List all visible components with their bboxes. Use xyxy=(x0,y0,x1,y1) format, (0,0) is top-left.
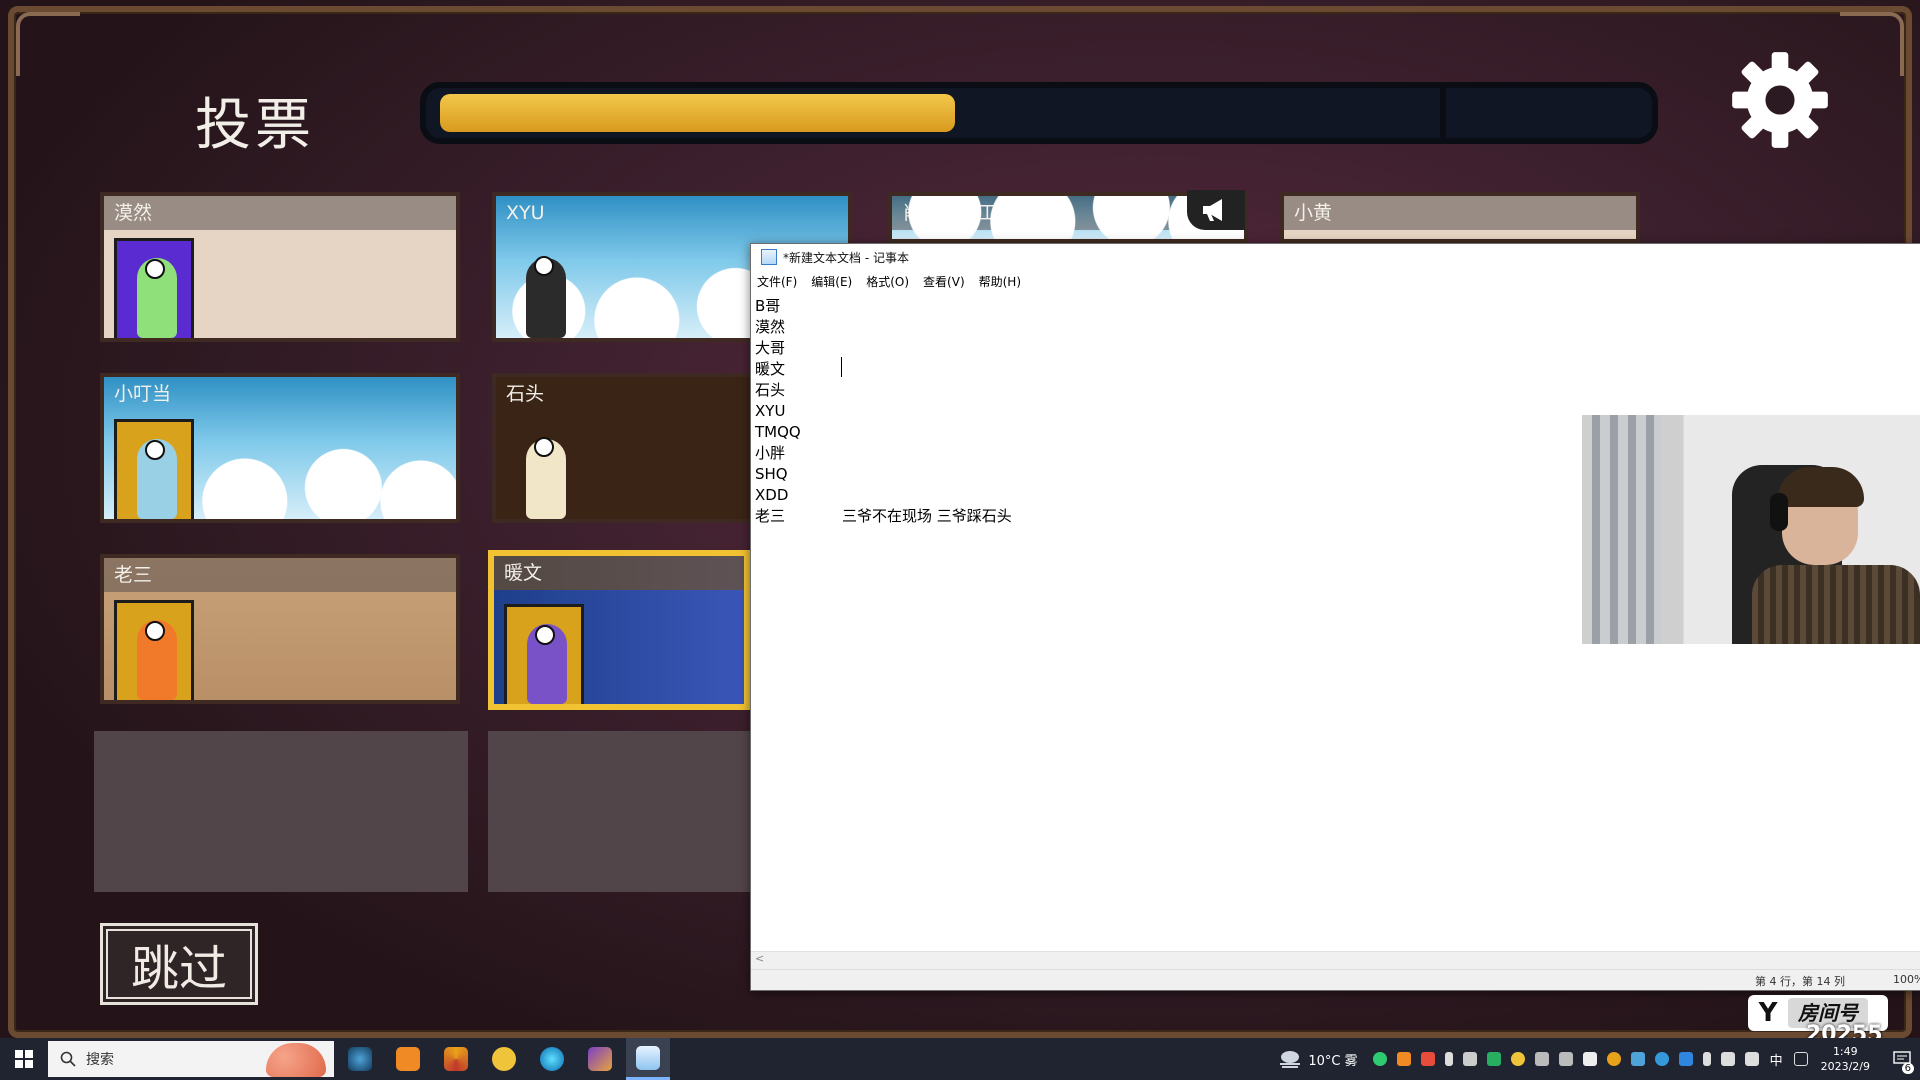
notepad-icon xyxy=(761,249,777,265)
text-line: 暖文 xyxy=(755,360,786,378)
notepad-text-area[interactable]: B哥 漠然 大哥 暖文 石头 XYU TMQQ 小胖 SHQ XDD 老三 三爷不… xyxy=(755,296,1012,527)
start-button[interactable] xyxy=(0,1038,48,1080)
game-launcher-icon[interactable] xyxy=(386,1038,430,1080)
network-icon[interactable] xyxy=(1720,1052,1735,1066)
platform-logo: Y xyxy=(1758,998,1778,1028)
megaphone-icon xyxy=(1187,190,1245,230)
frame-corner-ornament xyxy=(1840,12,1904,76)
vote-timer-bar xyxy=(420,82,1658,144)
text-line: 小胖 xyxy=(755,444,786,462)
player-name: 漠然 xyxy=(104,196,456,230)
volume-icon[interactable] xyxy=(1744,1052,1759,1066)
wechat-icon[interactable] xyxy=(1372,1052,1387,1066)
menu-edit[interactable]: 编辑(E) xyxy=(811,273,852,290)
tray-app-icon[interactable] xyxy=(1462,1052,1477,1066)
steam-icon[interactable] xyxy=(338,1038,382,1080)
notification-count: 6 xyxy=(1901,1063,1914,1074)
keyboard-icon[interactable] xyxy=(1793,1052,1808,1066)
bluetooth-icon[interactable] xyxy=(1678,1052,1693,1066)
notepad-menubar: 文件(F) 编辑(E) 格式(O) 查看(V) 帮助(H) xyxy=(751,270,1920,292)
photo-icon[interactable] xyxy=(578,1038,622,1080)
player-avatar xyxy=(114,419,194,519)
edge-icon[interactable] xyxy=(530,1038,574,1080)
windows-taskbar: 搜索 10°C 雾 中 1:49 2023/2/9 6 xyxy=(0,1038,1920,1080)
tray-app-icon[interactable] xyxy=(1396,1052,1411,1066)
player-card[interactable]: 小叮当 xyxy=(100,373,460,523)
ime-indicator[interactable]: 中 xyxy=(1770,1050,1783,1069)
taskbar-search[interactable]: 搜索 xyxy=(48,1041,334,1077)
empty-player-slot xyxy=(488,731,750,892)
menu-view[interactable]: 查看(V) xyxy=(923,273,965,290)
goose-app-icon[interactable] xyxy=(482,1038,526,1080)
text-line: 大哥 xyxy=(755,339,786,357)
text-line: B哥 xyxy=(755,297,781,315)
text-line: TMQQ xyxy=(755,423,801,441)
system-tray: 10°C 雾 中 1:49 2023/2/9 6 xyxy=(1278,1038,1920,1080)
text-caret xyxy=(841,357,842,377)
menu-help[interactable]: 帮助(H) xyxy=(979,273,1021,290)
zoom-level: 100% xyxy=(1893,973,1920,986)
menu-format[interactable]: 格式(O) xyxy=(866,273,909,290)
player-name: 老三 xyxy=(104,558,456,592)
notepad-title: *新建文本文档 - 记事本 xyxy=(783,250,909,265)
empty-player-slot xyxy=(94,731,468,892)
notepad-titlebar[interactable]: *新建文本文档 - 记事本 xyxy=(751,244,1920,270)
vote-timer-fill xyxy=(440,94,956,132)
search-icon xyxy=(60,1051,76,1067)
text-line: SHQ xyxy=(755,465,788,483)
cursor-position: 第 4 行，第 14 列 xyxy=(1755,975,1845,988)
tray-app-icon[interactable] xyxy=(1510,1052,1525,1066)
text-line: 石头 xyxy=(755,381,786,399)
usb-icon[interactable] xyxy=(1702,1052,1711,1066)
notepad-statusbar: 第 4 行，第 14 列 100% xyxy=(751,969,1920,990)
vote-title: 投票 xyxy=(195,93,315,158)
player-card[interactable]: 老三 xyxy=(100,554,460,704)
player-avatar xyxy=(506,238,586,338)
gear-icon xyxy=(1732,52,1828,148)
player-name: 暖文 xyxy=(494,556,744,590)
skip-vote-button[interactable]: 跳过 xyxy=(100,923,258,1005)
player-card-selected[interactable]: 暖文 xyxy=(488,550,750,710)
player-avatar xyxy=(114,600,194,700)
player-avatar xyxy=(114,238,194,338)
weather-fog-icon xyxy=(1280,1051,1301,1068)
menu-file[interactable]: 文件(F) xyxy=(757,273,797,290)
settings-button[interactable] xyxy=(1725,45,1835,155)
timer-divider xyxy=(1440,88,1446,138)
text-line: 老三 三爷不在现场 三爷踩石头 xyxy=(755,507,1012,525)
notepad-icon[interactable] xyxy=(626,1038,670,1080)
weather-text[interactable]: 10°C 雾 xyxy=(1308,1050,1357,1069)
tray-app-icon[interactable] xyxy=(1654,1052,1669,1066)
windows-logo-icon xyxy=(15,1050,33,1068)
tray-app-icon[interactable] xyxy=(1606,1052,1621,1066)
horizontal-scrollbar[interactable] xyxy=(751,951,1920,970)
webcam-overlay xyxy=(1582,415,1920,644)
frame-corner-ornament xyxy=(16,12,80,76)
text-line: XYU xyxy=(755,402,786,420)
nvidia-icon[interactable] xyxy=(1486,1052,1501,1066)
taskbar-clock[interactable]: 1:49 2023/2/9 xyxy=(1821,1044,1870,1074)
tray-app-icon[interactable] xyxy=(1558,1052,1573,1066)
notification-center-button[interactable]: 6 xyxy=(1884,1038,1920,1080)
security-icon[interactable] xyxy=(1582,1052,1597,1066)
search-placeholder: 搜索 xyxy=(86,1052,114,1068)
text-line: 漠然 xyxy=(755,318,786,336)
player-name: XYU xyxy=(506,202,545,224)
microphone-icon[interactable] xyxy=(1444,1052,1453,1066)
steam-tray-icon[interactable] xyxy=(1630,1052,1645,1066)
player-name: 小黄 xyxy=(1284,196,1636,230)
player-card[interactable]: 小黄 xyxy=(1280,192,1640,243)
tray-app-icon[interactable] xyxy=(1420,1052,1435,1066)
search-highlight-image xyxy=(266,1043,326,1077)
tray-app-icon[interactable] xyxy=(1534,1052,1549,1066)
clock-date: 2023/2/9 xyxy=(1820,1060,1870,1073)
player-card[interactable]: 漠然 xyxy=(100,192,460,342)
text-line: XDD xyxy=(755,486,789,504)
player-avatar xyxy=(506,419,586,519)
browser-icon[interactable] xyxy=(434,1038,478,1080)
player-name: 小叮当 xyxy=(114,383,172,405)
player-avatar xyxy=(504,604,584,704)
clock-time: 1:49 xyxy=(1832,1045,1858,1058)
